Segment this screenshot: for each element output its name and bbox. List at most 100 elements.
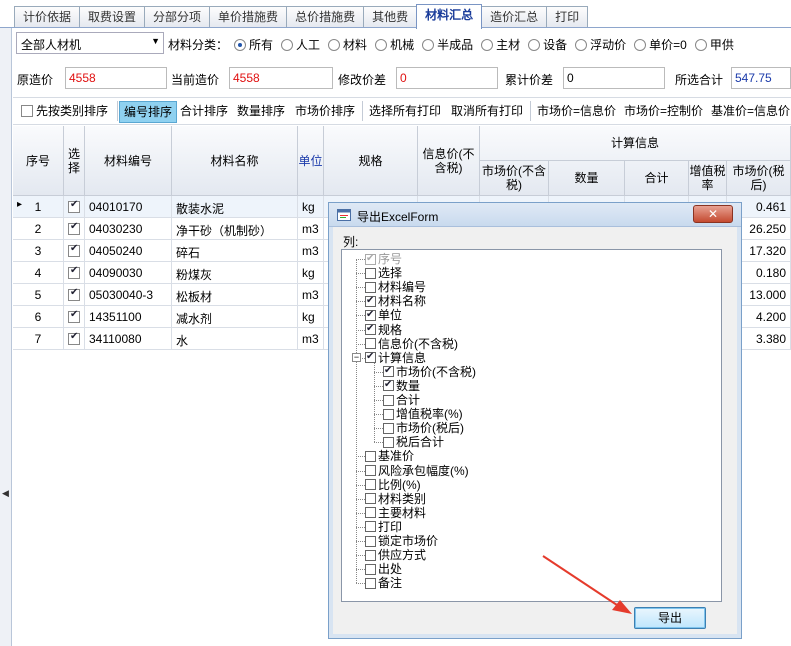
close-icon[interactable]: ✕ <box>693 205 733 223</box>
column-tree-item[interactable]: 市场价(不含税) <box>383 364 476 379</box>
header-code[interactable]: 材料编号 <box>85 126 172 196</box>
radio-main-material[interactable]: 主材 <box>481 36 520 53</box>
radio-all[interactable]: 所有 <box>234 36 273 53</box>
tree-checkbox[interactable] <box>365 577 376 589</box>
tree-checkbox[interactable] <box>365 322 376 336</box>
sort-by-category-checkbox[interactable]: 先按类别排序 <box>17 101 112 123</box>
radio-owner-supplied[interactable]: 甲供 <box>694 36 734 53</box>
header-select[interactable]: 选择 <box>64 126 85 196</box>
tree-checkbox[interactable] <box>383 436 394 448</box>
header-total[interactable]: 合计 <box>625 161 689 196</box>
cell-code[interactable]: 05030040-3 <box>85 284 172 306</box>
dialog-title-bar[interactable]: 导出ExcelForm ✕ <box>329 203 741 227</box>
cell-unit[interactable]: m3 <box>298 240 324 262</box>
collapse-arrow-icon[interactable]: ◀ <box>2 488 9 499</box>
tree-checkbox[interactable] <box>383 364 394 378</box>
tree-checkbox[interactable] <box>365 281 376 293</box>
cell-unit[interactable]: kg <box>298 196 324 218</box>
column-tree-item[interactable]: 备注 <box>365 576 402 590</box>
original-cost-value[interactable]: 4558 <box>65 67 167 89</box>
cell-code[interactable]: 04030230 <box>85 218 172 240</box>
column-tree-item[interactable]: 供应方式 <box>365 548 426 562</box>
radio-dot[interactable] <box>575 38 588 51</box>
header-seq[interactable]: 序号 <box>13 126 64 196</box>
select-all-print-button[interactable]: 选择所有打印 <box>365 101 445 123</box>
tab-unit-measures[interactable]: 单价措施费 <box>209 6 288 28</box>
tree-checkbox[interactable] <box>365 563 376 575</box>
column-tree-item[interactable]: 材料编号 <box>365 280 426 294</box>
column-tree-item[interactable]: 打印 <box>365 520 402 534</box>
cell-select[interactable] <box>64 284 85 306</box>
cell-seq[interactable]: 6 <box>13 306 64 328</box>
cell-select[interactable] <box>64 240 85 262</box>
tab-print[interactable]: 打印 <box>546 6 589 28</box>
tab-cost-summary[interactable]: 造价汇总 <box>481 6 548 28</box>
header-unit[interactable]: 单位 <box>298 126 324 196</box>
column-tree-item[interactable]: 材料类别 <box>365 492 426 506</box>
cell-code[interactable]: 04090030 <box>85 262 172 284</box>
collapse-minus-icon[interactable]: − <box>352 352 361 362</box>
column-tree-item[interactable]: 市场价(税后) <box>383 421 464 435</box>
column-tree-item[interactable]: 数量 <box>383 378 420 393</box>
tree-checkbox[interactable] <box>383 422 394 434</box>
row-select-checkbox[interactable] <box>68 199 80 213</box>
market-eq-control-button[interactable]: 市场价=控制价 <box>620 101 707 123</box>
tree-checkbox[interactable] <box>365 535 376 547</box>
cell-seq[interactable]: 1 ▸ <box>13 196 64 218</box>
cell-name[interactable]: 粉煤灰 <box>172 262 298 284</box>
cell-seq[interactable]: 2 <box>13 218 64 240</box>
column-tree-item[interactable]: 合计 <box>383 393 420 407</box>
left-collapse-bar[interactable]: ◀ <box>0 28 12 646</box>
tree-checkbox[interactable] <box>365 267 376 279</box>
sort-by-code-button[interactable]: 编号排序 <box>119 101 178 123</box>
radio-machine[interactable]: 机械 <box>375 36 414 53</box>
tree-checkbox[interactable] <box>383 408 394 420</box>
tab-sections[interactable]: 分部分项 <box>144 6 211 28</box>
column-tree-item[interactable]: 计算信息 <box>365 350 426 365</box>
column-tree-item[interactable]: 比例(%) <box>365 478 421 492</box>
row-select-checkbox[interactable] <box>68 265 80 279</box>
chevron-down-icon[interactable]: ▼ <box>151 36 160 46</box>
radio-dot[interactable] <box>528 38 541 51</box>
sort-by-total-button[interactable]: 合计排序 <box>176 101 232 123</box>
cell-name[interactable]: 减水剂 <box>172 306 298 328</box>
cell-select[interactable] <box>64 306 85 328</box>
radio-dot[interactable] <box>281 38 294 51</box>
column-tree-item[interactable]: 出处 <box>365 562 402 576</box>
header-spec[interactable]: 规格 <box>324 126 418 196</box>
column-tree-item[interactable]: 基准价 <box>365 449 414 463</box>
tree-checkbox[interactable] <box>365 507 376 519</box>
cell-name[interactable]: 净干砂（机制砂） <box>172 218 298 240</box>
cell-name[interactable]: 碎石 <box>172 240 298 262</box>
cell-select[interactable] <box>64 328 85 350</box>
radio-material[interactable]: 材料 <box>328 36 367 53</box>
column-tree-item[interactable]: 锁定市场价 <box>365 534 438 548</box>
cancel-all-print-button[interactable]: 取消所有打印 <box>447 101 527 123</box>
tree-checkbox[interactable] <box>365 465 376 476</box>
tree-checkbox[interactable] <box>365 252 376 266</box>
export-button[interactable]: 导出 <box>634 607 706 629</box>
tree-checkbox[interactable] <box>365 493 376 505</box>
column-tree-item[interactable]: 信息价(不含税) <box>365 337 458 351</box>
selected-total-value[interactable]: 547.75 <box>731 67 791 89</box>
current-cost-value[interactable]: 4558 <box>229 67 333 89</box>
tab-fee-settings[interactable]: 取费设置 <box>79 6 146 28</box>
column-tree[interactable]: 序号选择材料编号材料名称单位规格信息价(不含税) − 计算信息市场价(不含税)数量合… <box>341 249 722 602</box>
column-tree-item[interactable]: 风险承包幅度(%) <box>365 464 469 478</box>
tab-total-measures[interactable]: 总价措施费 <box>286 6 365 28</box>
tree-checkbox[interactable] <box>365 521 376 533</box>
cell-seq[interactable]: 4 <box>13 262 64 284</box>
header-name[interactable]: 材料名称 <box>172 126 298 196</box>
column-tree-item[interactable]: 序号 <box>365 252 402 266</box>
radio-dot[interactable] <box>328 38 341 51</box>
cell-select[interactable] <box>64 218 85 240</box>
tree-checkbox[interactable] <box>365 450 376 462</box>
cell-unit[interactable]: kg <box>298 306 324 328</box>
header-market-pre-tax[interactable]: 市场价(不含税) <box>480 161 549 196</box>
cell-unit[interactable]: m3 <box>298 328 324 350</box>
row-select-checkbox[interactable] <box>68 309 80 323</box>
cell-seq[interactable]: 5 <box>13 284 64 306</box>
column-tree-item[interactable]: 单位 <box>365 308 402 322</box>
radio-zero-price[interactable]: 单价=0 <box>634 36 687 53</box>
column-tree-item[interactable]: 主要材料 <box>365 506 426 520</box>
